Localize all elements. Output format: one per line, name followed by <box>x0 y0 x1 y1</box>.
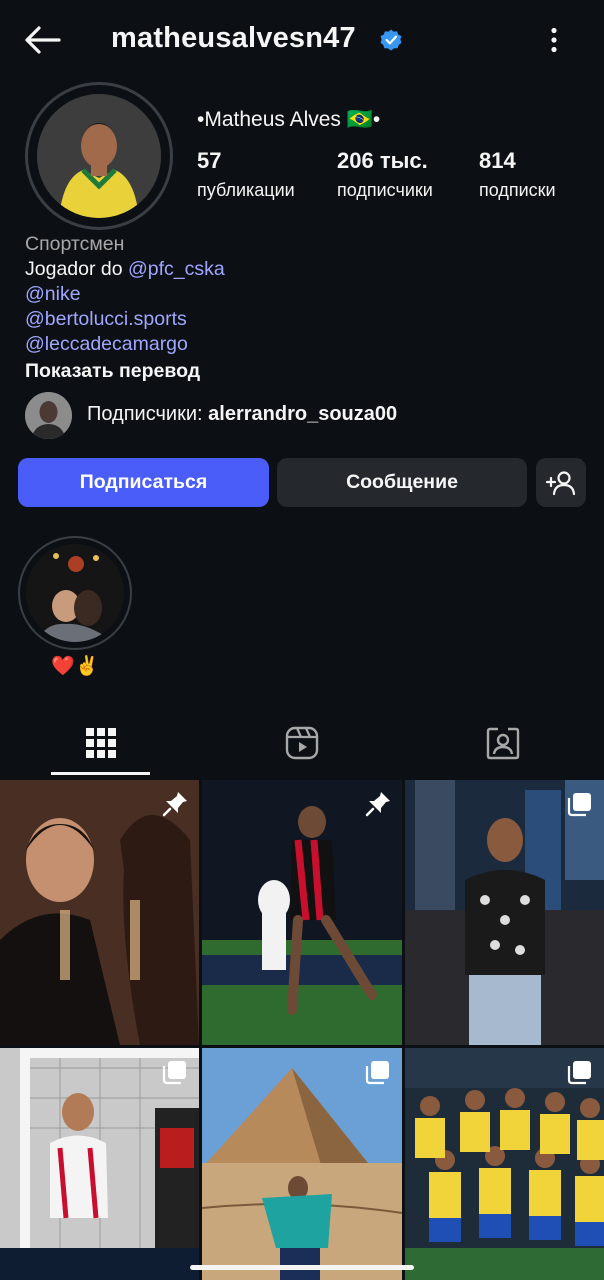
tab-reels[interactable] <box>252 712 352 774</box>
post-thumbnail[interactable] <box>0 780 199 1045</box>
profile-bio: Спортсмен Jogador do @pfc_cska @nike @be… <box>25 232 585 384</box>
profile-username: matheusalvesn47 <box>111 22 356 54</box>
message-button[interactable]: Сообщение <box>277 458 527 507</box>
more-vertical-icon <box>551 27 557 53</box>
threads-icon: @ <box>25 308 45 330</box>
highlight-ring <box>18 536 132 650</box>
profile-category: Спортсмен <box>25 233 125 255</box>
followed-by-user: alerrandro_souza00 <box>208 403 398 425</box>
arrow-left-icon <box>25 26 61 54</box>
followed-by-prefix: Подписчики: <box>87 403 209 425</box>
post-thumbnail[interactable] <box>405 780 604 1045</box>
carousel-icon <box>567 1061 591 1085</box>
mention-link[interactable]: @bertolucci.sports <box>25 307 585 332</box>
carousel-icon <box>365 1061 389 1085</box>
stat-posts-count: 57 <box>197 148 222 173</box>
pin-icon <box>162 792 187 817</box>
back-button[interactable] <box>22 22 62 58</box>
home-indicator[interactable] <box>190 1265 414 1270</box>
avatar-photo <box>37 94 161 218</box>
show-translation-link[interactable]: Показать перевод <box>25 359 585 384</box>
suggest-people-button[interactable] <box>536 458 586 507</box>
threads-icon: @ <box>128 258 148 280</box>
post-thumbnail[interactable] <box>405 1048 604 1280</box>
stat-followers[interactable]: 206 тыс. подписчики <box>337 148 433 201</box>
top-bar: matheusalvesn47 <box>0 0 604 80</box>
carousel-icon <box>162 1061 186 1085</box>
mention-link[interactable]: @leccadecamargo <box>25 332 585 357</box>
followed-by-row[interactable]: Подписчики: alerrandro_souza00 <box>25 391 585 439</box>
tab-posts[interactable] <box>51 712 151 774</box>
more-options-button[interactable] <box>540 24 568 56</box>
stat-following-count: 814 <box>479 148 516 173</box>
follow-button[interactable]: Подписаться <box>18 458 269 507</box>
tab-tagged[interactable] <box>453 712 553 774</box>
mention-link[interactable]: @nike <box>25 282 585 307</box>
reels-icon <box>285 726 319 760</box>
posts-grid <box>0 780 604 1280</box>
mention-text: bertolucci.sports <box>44 308 187 330</box>
grid-icon <box>86 728 116 758</box>
mention-text: pfc_cska <box>147 258 225 280</box>
stat-following[interactable]: 814 подписки <box>479 148 556 201</box>
stat-posts[interactable]: 57 публикации <box>197 148 295 201</box>
stat-followers-label: подписчики <box>337 180 433 200</box>
mention-link[interactable]: @pfc_cska <box>128 258 225 280</box>
stat-following-label: подписки <box>479 180 556 200</box>
mention-text: leccadecamargo <box>44 333 188 355</box>
profile-avatar[interactable] <box>25 82 173 230</box>
followed-by-text: Подписчики: alerrandro_souza00 <box>87 403 397 426</box>
bio-line: Jogador do @pfc_cska <box>25 257 585 282</box>
story-highlight[interactable]: ❤️✌️ <box>18 536 132 677</box>
profile-tabs <box>0 712 604 778</box>
post-thumbnail[interactable] <box>202 1048 402 1280</box>
add-person-icon <box>546 470 576 495</box>
post-thumbnail[interactable] <box>0 1048 199 1280</box>
pin-icon <box>365 792 390 817</box>
stat-posts-label: публикации <box>197 180 295 200</box>
threads-icon: @ <box>25 283 45 305</box>
mention-text: nike <box>44 283 81 305</box>
highlight-cover <box>26 544 124 642</box>
profile-stats: 57 публикации 206 тыс. подписчики 814 по… <box>197 148 587 208</box>
follower-avatar <box>25 392 72 439</box>
carousel-icon <box>567 793 591 817</box>
verified-badge-icon <box>380 29 402 51</box>
active-tab-indicator <box>51 772 150 775</box>
bio-text: Jogador do <box>25 258 128 280</box>
tagged-icon <box>486 727 520 760</box>
threads-icon: @ <box>25 333 45 355</box>
display-name: •Matheus Alves 🇧🇷• <box>197 108 381 131</box>
highlight-label: ❤️✌️ <box>51 656 99 677</box>
post-thumbnail[interactable] <box>202 780 402 1045</box>
stat-followers-count: 206 тыс. <box>337 148 428 173</box>
